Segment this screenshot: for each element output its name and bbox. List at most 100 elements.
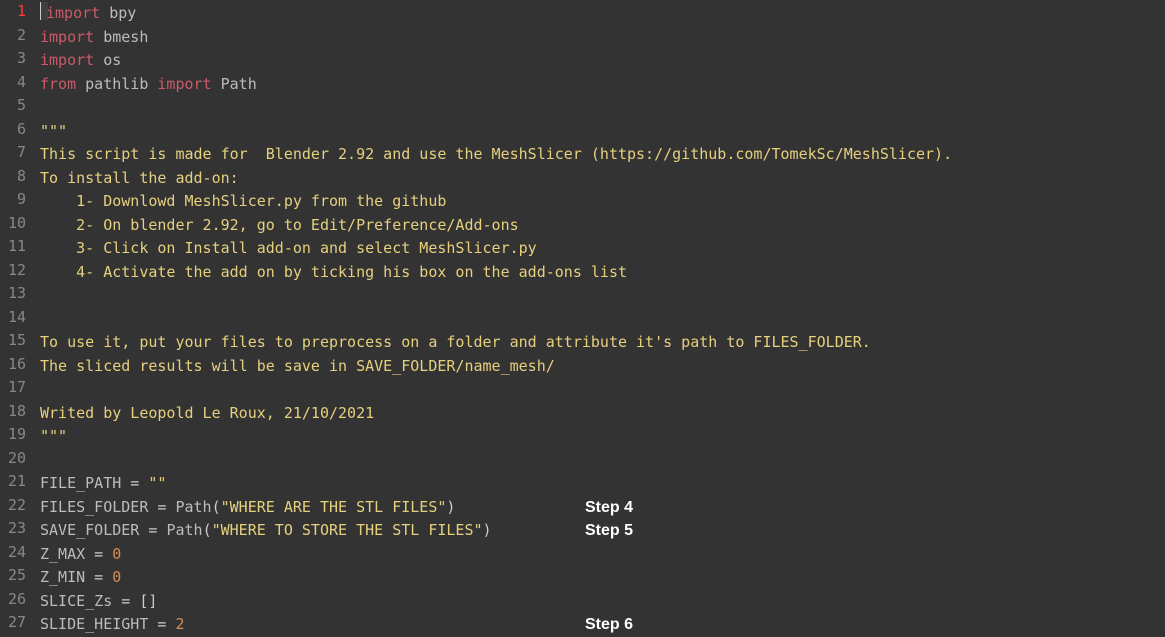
line-number: 7 [4, 141, 26, 165]
token-ident: Path [166, 521, 202, 539]
token-mod: Path [221, 75, 257, 93]
code-line[interactable]: To use it, put your files to preprocess … [40, 331, 952, 355]
code-line[interactable]: """ [40, 425, 952, 449]
token-str: To install the add-on: [40, 169, 239, 187]
line-number: 6 [4, 118, 26, 142]
line-number: 20 [4, 447, 26, 471]
token-op: = [148, 615, 175, 633]
line-number: 18 [4, 400, 26, 424]
line-number: 2 [4, 24, 26, 48]
token-str: 4- Activate the add on by ticking his bo… [40, 263, 627, 281]
code-line[interactable] [40, 378, 952, 402]
line-number: 27 [4, 611, 26, 635]
line-number: 11 [4, 235, 26, 259]
code-line[interactable]: 4- Activate the add on by ticking his bo… [40, 261, 952, 285]
code-line[interactable]: import bmesh [40, 26, 952, 50]
code-line[interactable]: SLIDE_HEIGHT = 2 [40, 613, 952, 637]
line-number: 14 [4, 306, 26, 330]
token-op: ) [483, 521, 492, 539]
token-ident: Z_MAX [40, 545, 85, 563]
token-kw: import [40, 51, 94, 69]
token-op: ( [212, 498, 221, 516]
token-op: ( [203, 521, 212, 539]
code-line[interactable]: 2- On blender 2.92, go to Edit/Preferenc… [40, 214, 952, 238]
line-number: 16 [4, 353, 26, 377]
line-number: 23 [4, 517, 26, 541]
token-str: The sliced results will be save in SAVE_… [40, 357, 555, 375]
token-op: = [] [112, 592, 157, 610]
code-line[interactable]: Z_MAX = 0 [40, 543, 952, 567]
token-str: 2- On blender 2.92, go to Edit/Preferenc… [40, 216, 519, 234]
line-number: 15 [4, 329, 26, 353]
code-line[interactable]: SLICE_Zs = [] [40, 590, 952, 614]
line-number: 26 [4, 588, 26, 612]
token-str: """ [40, 122, 67, 140]
token-op [94, 51, 103, 69]
token-mod: pathlib [85, 75, 148, 93]
code-line[interactable]: from pathlib import Path [40, 73, 952, 97]
token-str: "" [148, 474, 166, 492]
code-line[interactable]: import os [40, 49, 952, 73]
token-str: This script is made for Blender 2.92 and… [40, 145, 952, 163]
token-ident: FILE_PATH [40, 474, 121, 492]
line-number: 13 [4, 282, 26, 306]
token-ident: Z_MIN [40, 568, 85, 586]
code-line[interactable]: To install the add-on: [40, 167, 952, 191]
token-op [100, 4, 109, 22]
token-kw: import [157, 75, 211, 93]
line-number: 8 [4, 165, 26, 189]
line-number: 4 [4, 71, 26, 95]
token-ident: Path [175, 498, 211, 516]
token-num: 0 [112, 568, 121, 586]
token-str: 1- Downlowd MeshSlicer.py from the githu… [40, 192, 446, 210]
code-area[interactable]: import bpyimport bmeshimport osfrom path… [34, 0, 952, 636]
line-number: 1 [4, 0, 26, 24]
token-op [76, 75, 85, 93]
code-editor[interactable]: 1234567891011121314151617181920212223242… [0, 0, 1165, 636]
token-str: "WHERE TO STORE THE STL FILES" [212, 521, 483, 539]
token-op: = [85, 568, 112, 586]
token-mod: bpy [109, 4, 136, 22]
token-op [212, 75, 221, 93]
line-number: 9 [4, 188, 26, 212]
token-op: = [121, 474, 148, 492]
token-ident: SLIDE_HEIGHT [40, 615, 148, 633]
code-line[interactable]: """ [40, 120, 952, 144]
code-line[interactable] [40, 449, 952, 473]
token-str: 3- Click on Install add-on and select Me… [40, 239, 537, 257]
line-number: 5 [4, 94, 26, 118]
code-line[interactable]: Writed by Leopold Le Roux, 21/10/2021 [40, 402, 952, 426]
code-line[interactable]: 3- Click on Install add-on and select Me… [40, 237, 952, 261]
code-line[interactable] [40, 308, 952, 332]
token-ident: SAVE_FOLDER [40, 521, 139, 539]
token-mod: bmesh [103, 28, 148, 46]
code-line[interactable] [40, 284, 952, 308]
token-kw: import [46, 4, 100, 22]
code-line[interactable]: FILE_PATH = "" [40, 472, 952, 496]
code-line[interactable]: Z_MIN = 0 [40, 566, 952, 590]
token-kw: from [40, 75, 76, 93]
token-mod: os [103, 51, 121, 69]
line-number: 25 [4, 564, 26, 588]
token-ident: SLICE_Zs [40, 592, 112, 610]
token-str: "WHERE ARE THE STL FILES" [221, 498, 447, 516]
code-line[interactable] [40, 96, 952, 120]
code-line[interactable]: import bpy [40, 0, 952, 26]
token-str: To use it, put your files to preprocess … [40, 333, 871, 351]
text-cursor [40, 2, 48, 20]
code-line[interactable]: The sliced results will be save in SAVE_… [40, 355, 952, 379]
token-op: = [85, 545, 112, 563]
code-line[interactable]: This script is made for Blender 2.92 and… [40, 143, 952, 167]
code-line[interactable]: SAVE_FOLDER = Path("WHERE TO STORE THE S… [40, 519, 952, 543]
line-number: 24 [4, 541, 26, 565]
line-number: 10 [4, 212, 26, 236]
code-line[interactable]: 1- Downlowd MeshSlicer.py from the githu… [40, 190, 952, 214]
token-op: = [148, 498, 175, 516]
token-ident: FILES_FOLDER [40, 498, 148, 516]
line-number: 12 [4, 259, 26, 283]
line-number-gutter: 1234567891011121314151617181920212223242… [0, 0, 34, 636]
line-number: 17 [4, 376, 26, 400]
code-line[interactable]: FILES_FOLDER = Path("WHERE ARE THE STL F… [40, 496, 952, 520]
line-number: 19 [4, 423, 26, 447]
token-op [94, 28, 103, 46]
